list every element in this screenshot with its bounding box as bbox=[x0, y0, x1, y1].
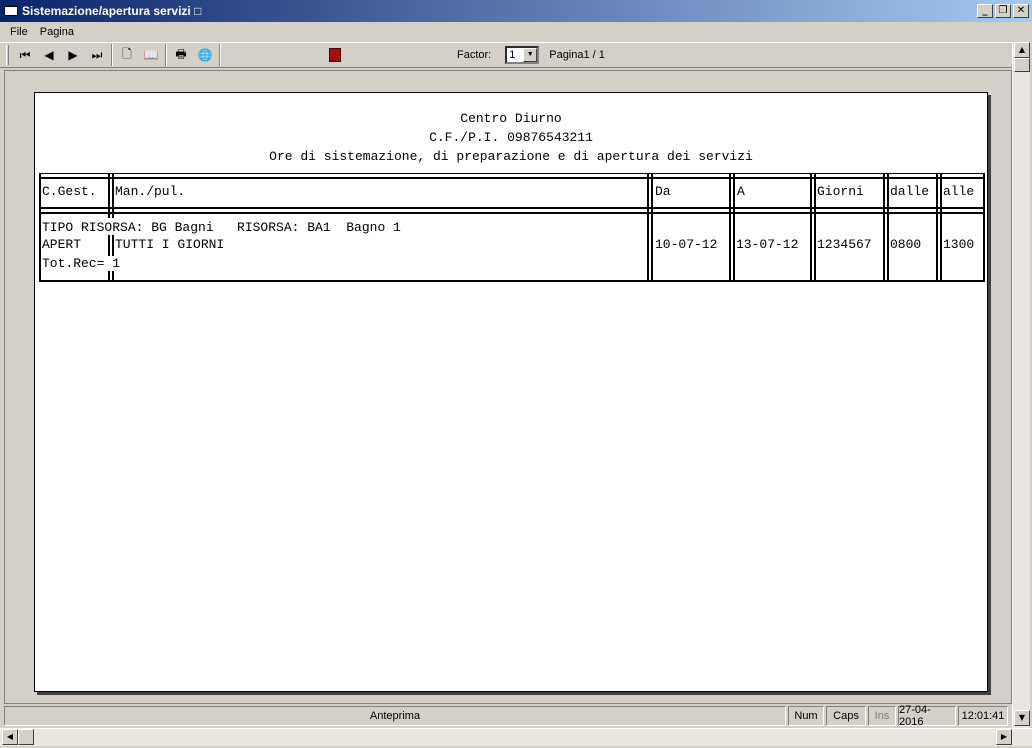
status-num: Num bbox=[788, 706, 824, 726]
report-page: Centro Diurno C.F./P.I. 09876543211 Ore … bbox=[34, 92, 988, 692]
first-page-icon[interactable]: ⏮ bbox=[13, 44, 37, 66]
two-page-icon[interactable]: 📖 bbox=[139, 44, 163, 66]
page-info: Pagina1 / 1 bbox=[549, 49, 605, 61]
table-border-top bbox=[39, 177, 985, 179]
scroll-down-icon[interactable]: ▼ bbox=[1014, 710, 1030, 726]
column-divider bbox=[940, 173, 942, 281]
export-icon[interactable]: 🌐 bbox=[193, 44, 217, 66]
restore-button[interactable]: ❐ bbox=[995, 4, 1011, 18]
single-page-icon[interactable]: 🗋 bbox=[115, 44, 139, 66]
header-dalle: dalle bbox=[890, 184, 930, 199]
column-divider bbox=[810, 173, 812, 281]
toolbar-separator bbox=[111, 44, 113, 66]
column-divider bbox=[647, 173, 649, 281]
header-alle: alle bbox=[943, 184, 975, 199]
group-line: TIPO RISORSA: BG Bagni RISORSA: BA1 Bagn… bbox=[42, 218, 405, 235]
header-giorni: Giorni bbox=[817, 184, 864, 199]
column-divider bbox=[39, 173, 41, 281]
header-cgest: C.Gest. bbox=[42, 184, 97, 199]
toolbar-grip[interactable] bbox=[6, 45, 9, 65]
toolbar: ⏮ ◀ ▶ ⏭ 🗋 📖 🖶 🌐 Factor: 1 ▼ Pagina1 / 1 bbox=[0, 42, 1012, 68]
window-title: Sistemazione/apertura servizi □ bbox=[22, 4, 202, 18]
report-title: Centro Diurno bbox=[460, 111, 562, 126]
row-cgest: APERT bbox=[42, 237, 82, 252]
row-a: 13-07-12 bbox=[736, 237, 799, 252]
exit-button[interactable] bbox=[323, 44, 347, 66]
status-time: 12:01:41 bbox=[958, 706, 1008, 726]
toolbar-separator bbox=[219, 44, 221, 66]
status-date: 27-04-2016 bbox=[898, 704, 956, 728]
column-divider bbox=[936, 173, 938, 281]
close-button[interactable]: ✕ bbox=[1013, 4, 1029, 18]
print-icon[interactable]: 🖶 bbox=[169, 44, 193, 66]
column-divider bbox=[887, 173, 889, 281]
table-border-bottom bbox=[39, 280, 985, 282]
scroll-thumb[interactable] bbox=[1014, 58, 1030, 72]
toolbar-separator bbox=[165, 44, 167, 66]
row-giorni: 1234567 bbox=[817, 237, 872, 252]
factor-value: 1 bbox=[509, 49, 516, 61]
minimize-button[interactable]: _ bbox=[977, 4, 993, 18]
report-vat: C.F./P.I. 09876543211 bbox=[429, 130, 593, 145]
menu-pagina[interactable]: Pagina bbox=[34, 26, 80, 38]
last-page-icon[interactable]: ⏭ bbox=[85, 44, 109, 66]
report-subtitle: Ore di sistemazione, di preparazione e d… bbox=[269, 149, 753, 164]
scroll-right-icon[interactable]: ▶ bbox=[996, 729, 1012, 745]
scroll-thumb-horizontal[interactable] bbox=[18, 729, 34, 745]
column-divider bbox=[733, 173, 735, 281]
vertical-scrollbar[interactable]: ▲ ▼ bbox=[1012, 42, 1030, 728]
column-divider bbox=[814, 173, 816, 281]
chevron-down-icon[interactable]: ▼ bbox=[523, 48, 538, 62]
scroll-up-icon[interactable]: ▲ bbox=[1014, 42, 1030, 58]
header-a: A bbox=[737, 184, 745, 199]
menu-bar: File Pagina bbox=[0, 22, 1032, 42]
row-da: 10-07-12 bbox=[655, 237, 718, 252]
status-caps: Caps bbox=[826, 706, 866, 726]
table-border-top bbox=[39, 173, 985, 174]
title-bar: Sistemazione/apertura servizi □ _ ❐ ✕ bbox=[0, 0, 1032, 22]
row-alle: 1300 bbox=[943, 237, 975, 252]
next-page-icon[interactable]: ▶ bbox=[61, 44, 85, 66]
menu-file[interactable]: File bbox=[4, 26, 34, 38]
prev-page-icon[interactable]: ◀ bbox=[37, 44, 61, 66]
scroll-left-icon[interactable]: ◀ bbox=[2, 729, 18, 745]
header-da: Da bbox=[655, 184, 671, 199]
status-bar: Anteprima Num Caps Ins 27-04-2016 12:01:… bbox=[4, 704, 1012, 728]
column-divider bbox=[729, 173, 731, 281]
status-main: Anteprima bbox=[4, 706, 786, 726]
horizontal-scrollbar[interactable]: ◀ ▶ bbox=[0, 728, 1032, 746]
status-ins: Ins bbox=[868, 706, 896, 726]
row-dalle: 0800 bbox=[890, 237, 922, 252]
row-manpul: TUTTI I GIORNI bbox=[115, 237, 225, 252]
exit-icon bbox=[329, 48, 341, 62]
app-icon bbox=[4, 6, 18, 16]
table-header-line bbox=[39, 212, 985, 214]
column-divider bbox=[883, 173, 885, 281]
header-manpul: Man./pul. bbox=[115, 184, 186, 199]
column-divider bbox=[651, 173, 653, 281]
column-divider bbox=[983, 173, 985, 281]
factor-select[interactable]: 1 ▼ bbox=[505, 46, 540, 64]
table-header-line bbox=[39, 207, 985, 209]
factor-label: Factor: bbox=[457, 49, 492, 61]
total-records: Tot.Rec= 1 bbox=[42, 256, 121, 271]
